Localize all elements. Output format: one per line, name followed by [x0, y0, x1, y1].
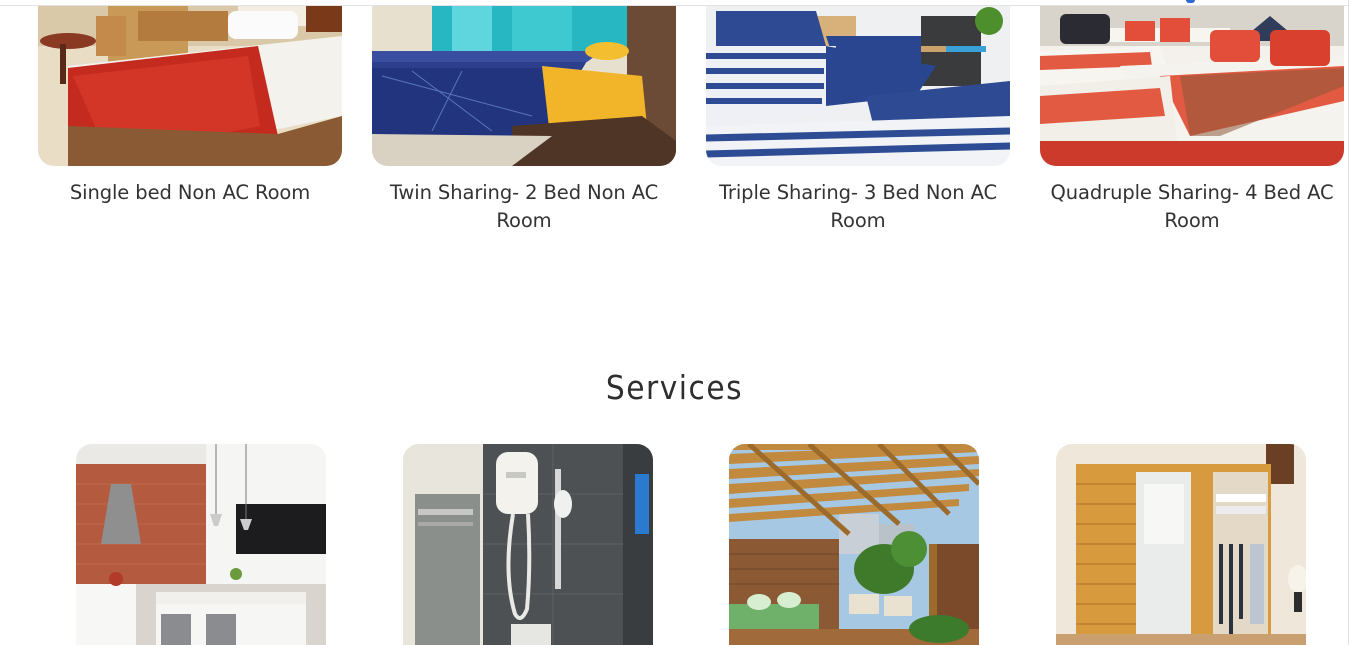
kitchen-photo [76, 444, 326, 645]
twin-sharing-room-photo[interactable] [372, 6, 676, 166]
top-divider [0, 0, 1349, 6]
room-title: Quadruple Sharing- 4 Bed AC Room [1050, 181, 1334, 232]
accent-marker [1186, 0, 1195, 3]
wardrobe-photo [1056, 444, 1306, 645]
room-card-twin[interactable]: Twin Sharing- 2 Bed Non AC Room [372, 6, 676, 235]
service-card-wardrobe[interactable] [1056, 444, 1306, 645]
service-card-kitchen[interactable] [76, 444, 326, 645]
quadruple-sharing-room-photo[interactable] [1040, 6, 1344, 166]
room-card-quadruple[interactable]: Quadruple Sharing- 4 Bed AC Room [1040, 6, 1344, 235]
single-bed-room-photo[interactable] [38, 6, 342, 166]
rooftop-terrace-photo [729, 444, 979, 645]
water-heater-shower-photo [403, 444, 653, 645]
services-heading: Services [605, 368, 744, 407]
room-title: Triple Sharing- 3 Bed Non AC Room [718, 181, 997, 232]
room-card-triple[interactable]: Triple Sharing- 3 Bed Non AC Room [706, 6, 1010, 235]
service-card-water-heater[interactable] [403, 444, 653, 645]
service-card-terrace[interactable] [729, 444, 979, 645]
room-title: Twin Sharing- 2 Bed Non AC Room [389, 181, 659, 232]
triple-sharing-room-photo[interactable] [706, 6, 1010, 166]
room-card-single[interactable]: Single bed Non AC Room [38, 6, 342, 207]
room-title: Single bed Non AC Room [69, 181, 311, 204]
